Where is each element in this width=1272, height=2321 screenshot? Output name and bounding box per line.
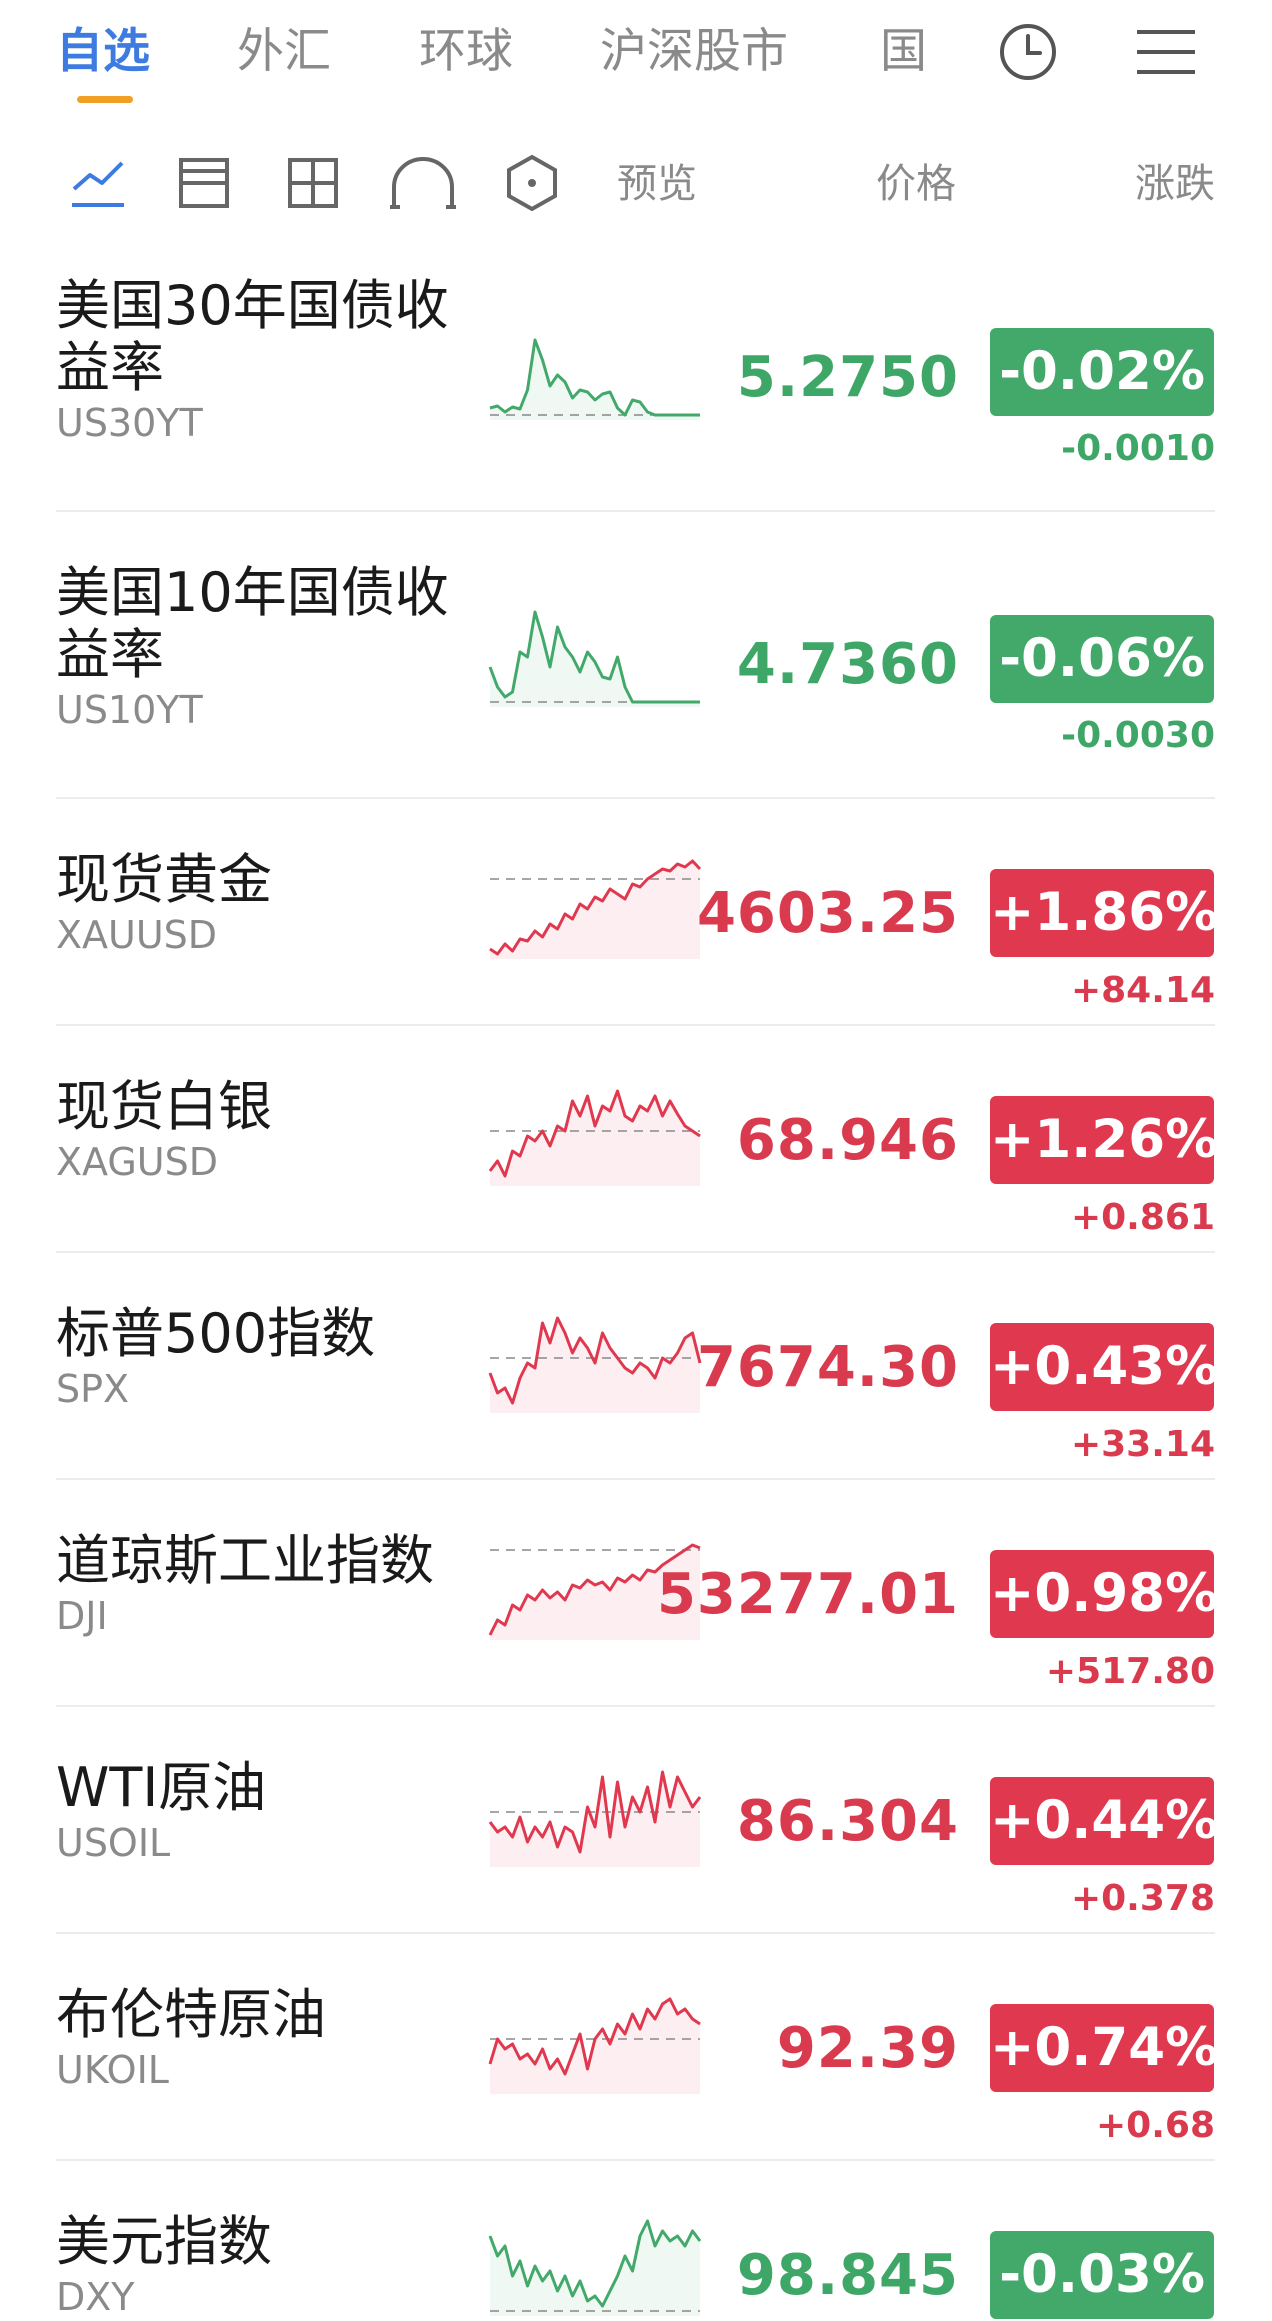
tab-forex[interactable]: 外汇 (237, 22, 331, 82)
last-price: 68.946 (736, 1108, 959, 1173)
instrument-name: 美元指数 (56, 2210, 272, 2273)
instrument-name: 现货黄金 (56, 848, 272, 911)
quote-row[interactable]: 美国10年国债收益率 US10YT 4.7360 -0.06% -0.0030 (0, 512, 1272, 799)
instrument-name: WTI原油 (56, 1756, 267, 1819)
instrument-code: XAUUSD (56, 913, 218, 957)
sparkline-area (490, 1999, 700, 2094)
absolute-change: +0.861 (1070, 1197, 1215, 1238)
column-change[interactable]: 涨跌 (1135, 159, 1215, 209)
instrument-code: US10YT (56, 688, 203, 732)
absolute-change: -0.0030 (1061, 715, 1215, 756)
last-price: 53277.01 (656, 1562, 959, 1627)
instrument-code: XAGUSD (56, 1140, 219, 1184)
percent-change-badge[interactable]: -0.06% (990, 615, 1214, 703)
sparkline-chart (488, 2219, 702, 2316)
sparkline-chart (488, 610, 700, 707)
instrument-name: 道琼斯工业指数 (56, 1529, 434, 1592)
absolute-change: +84.14 (1070, 970, 1215, 1011)
instrument-code: UKOIL (56, 2048, 169, 2092)
instrument-code: SPX (56, 1367, 130, 1411)
absolute-change: +0.68 (1096, 2105, 1215, 2146)
absolute-change: +33.14 (1070, 1424, 1215, 1465)
last-price: 92.39 (776, 2016, 959, 2081)
quote-row[interactable]: WTI原油 USOIL 86.304 +0.44% +0.378 (0, 1707, 1272, 1934)
line-chart-icon[interactable] (68, 153, 128, 213)
absolute-change: +517.80 (1045, 1651, 1215, 1692)
quote-row[interactable]: 道琼斯工业指数 DJI 53277.01 +0.98% +517.80 (0, 1480, 1272, 1707)
quote-row[interactable]: 标普500指数 SPX 7674.30 +0.43% +33.14 (0, 1253, 1272, 1480)
last-price: 4603.25 (696, 881, 959, 946)
percent-change-badge[interactable]: -0.02% (990, 328, 1214, 416)
instrument-code: DXY (56, 2275, 135, 2319)
percent-change-badge[interactable]: +1.86% (990, 869, 1218, 957)
hexagon-icon[interactable] (502, 153, 562, 213)
instrument-code: DJI (56, 1594, 108, 1638)
percent-change-badge[interactable]: +0.44% (990, 1777, 1218, 1865)
quote-row[interactable]: 美国30年国债收益率 US30YT 5.2750 -0.02% -0.0010 (0, 225, 1272, 512)
last-price: 7674.30 (696, 1335, 959, 1400)
instrument-code: USOIL (56, 1821, 171, 1865)
column-preview: 预览 (617, 161, 697, 207)
sparkline-area (490, 612, 700, 707)
tab-a-shares[interactable]: 沪深股市 (600, 22, 788, 82)
tab-domestic[interactable]: 国 (880, 22, 927, 82)
instrument-code: US30YT (56, 401, 203, 445)
instrument-name: 美国30年国债收益率 (56, 274, 449, 399)
sparkline-area (490, 861, 700, 959)
sparkline-area (490, 1318, 700, 1413)
active-tab-indicator (77, 96, 133, 103)
percent-change-badge[interactable]: +1.26% (990, 1096, 1218, 1184)
sparkline-chart (488, 1316, 702, 1413)
quote-row[interactable]: 现货白银 XAGUSD 68.946 +1.26% +0.861 (0, 1026, 1272, 1253)
grid-layout-icon[interactable] (283, 153, 343, 213)
sparkline-chart (488, 1997, 701, 2094)
absolute-change: +0.378 (1070, 1878, 1215, 1919)
sparkline-chart (489, 859, 702, 959)
column-price[interactable]: 价格 (876, 159, 956, 209)
last-price: 5.2750 (736, 345, 959, 410)
absolute-change: -0.0010 (1061, 428, 1215, 469)
menu-icon[interactable] (1135, 26, 1197, 78)
last-price: 4.7360 (736, 632, 959, 697)
quote-row[interactable]: 布伦特原油 UKOIL 92.39 +0.74% +0.68 (0, 1934, 1272, 2161)
percent-change-badge[interactable]: -0.03% (990, 2231, 1214, 2319)
instrument-name: 标普500指数 (56, 1302, 376, 1365)
percent-change-badge[interactable]: +0.98% (990, 1550, 1218, 1638)
quote-row[interactable]: 现货黄金 XAUUSD 4603.25 +1.86% +84.14 (0, 799, 1272, 1026)
view-toolbar: 预览 价格 涨跌 (0, 135, 1272, 225)
sparkline-chart (488, 1089, 701, 1186)
top-tab-bar: 自选 外汇 环球 沪深股市 国 (0, 0, 1272, 120)
percent-change-badge[interactable]: +0.74% (990, 2004, 1218, 2092)
tab-global[interactable]: 环球 (419, 22, 513, 82)
last-price: 86.304 (736, 1789, 959, 1854)
quote-row[interactable]: 美元指数 DXY 98.845 -0.03% (0, 2161, 1272, 2319)
last-price: 98.845 (736, 2243, 959, 2308)
instrument-name: 美国10年国债收益率 (56, 561, 449, 686)
percent-change-badge[interactable]: +0.43% (990, 1323, 1218, 1411)
sparkline-chart (488, 1770, 702, 1867)
sparkline-chart (489, 338, 700, 420)
tab-watchlist[interactable]: 自选 (56, 22, 150, 82)
instrument-name: 布伦特原油 (56, 1983, 326, 2046)
clock-icon[interactable] (998, 22, 1058, 82)
instrument-name: 现货白银 (56, 1075, 272, 1138)
arc-chart-icon[interactable] (388, 153, 458, 213)
two-row-layout-icon[interactable] (174, 153, 234, 213)
